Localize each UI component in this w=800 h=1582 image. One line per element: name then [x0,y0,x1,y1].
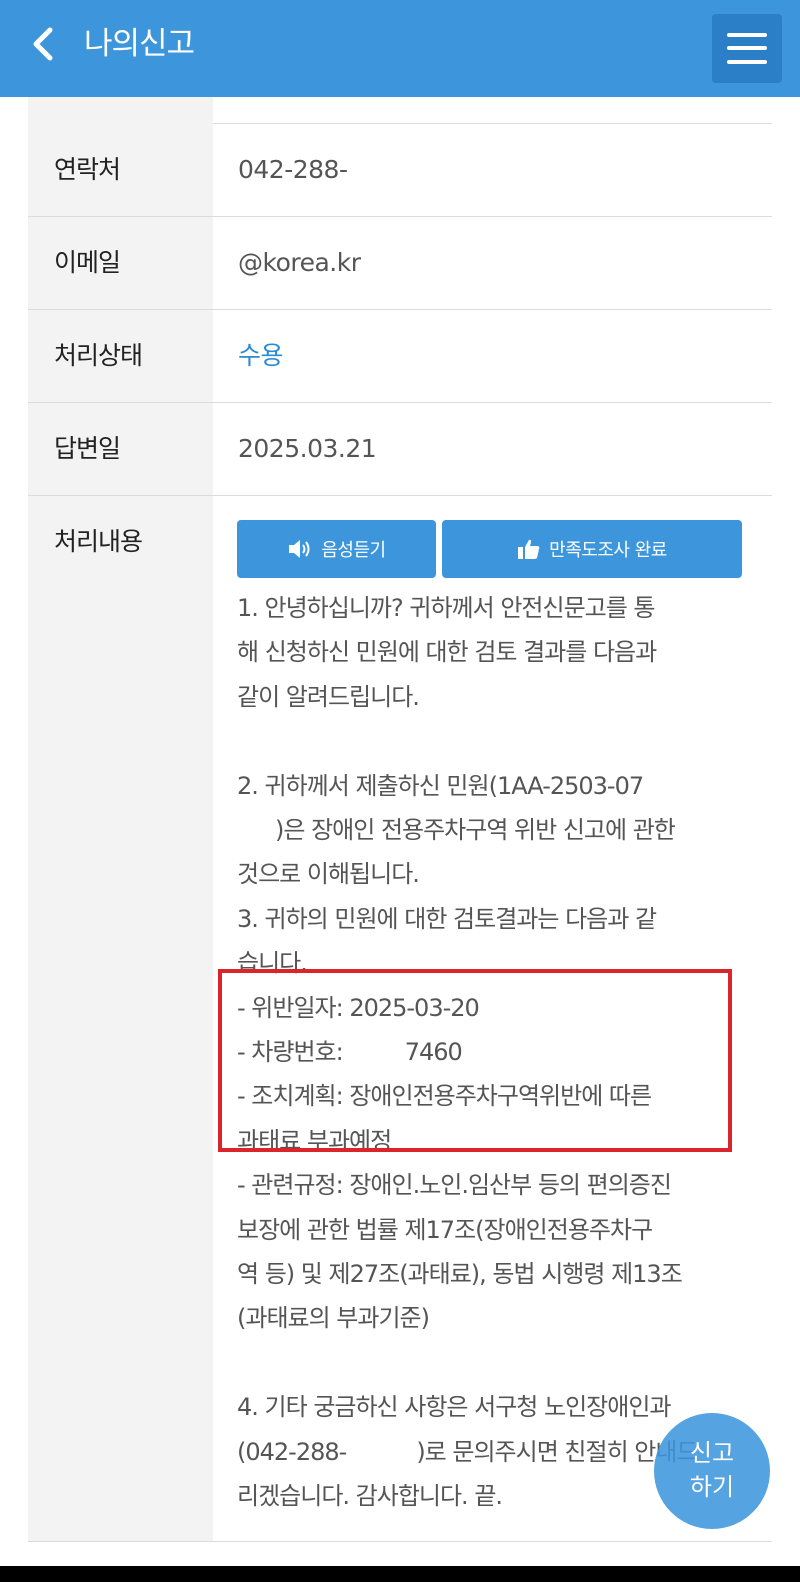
violation-date: - 위반일자: 2025-03-20 [237,993,480,1022]
page-title: 나의신고 [84,26,195,62]
survey-complete-label: 만족도조사 완료 [549,540,667,561]
hamburger-menu-icon [727,33,767,37]
contact-row: 연락처 042-288- [28,124,772,217]
content-body: 음성듣기 만족도조사 완료 1. 안녕하십니까? 귀하께서 안전신문고를 통 해… [213,496,772,1541]
car-number: - 차량번호: 7460 [237,1038,463,1067]
speaker-icon [289,540,310,558]
status-row: 처리상태 수용 [28,310,772,403]
answer-text: 1. 안녕하십니까? 귀하께서 안전신문고를 통 해 신청하신 민원에 대한 검… [237,586,737,1519]
voice-listen-button[interactable]: 음성듣기 [237,520,436,578]
back-button[interactable] [26,22,66,66]
status-label: 처리상태 [28,310,213,402]
bottom-edge [0,1566,800,1582]
action-plan: - 조치계획: 장애인전용주차구역위반에 따른 [237,1082,652,1111]
table-row [28,97,772,124]
voice-listen-label: 음성듣기 [321,540,386,561]
email-label: 이메일 [28,217,213,309]
thumbs-up-icon [518,539,540,559]
status-value: 수용 [238,341,284,370]
contact-label: 연락처 [28,124,213,216]
app-header: 나의신고 [0,0,800,97]
chevron-left-icon [33,27,53,61]
answer-date-label: 답변일 [28,403,213,495]
answer-date-row: 답변일 2025.03.21 [28,403,772,496]
action-buttons: 음성듣기 만족도조사 완료 [237,520,772,578]
answer-date-value: 2025.03.21 [238,434,377,463]
content-row: 처리내용 음성듣기 만족도조사 완료 1. 안녕하십니까? 귀하께서 안전신문고… [28,496,772,1542]
report-fab-button[interactable]: 신고 하기 [654,1413,770,1529]
related-rules: - 관련규정: 장애인.노인.임산부 등의 편의증진 [237,1171,672,1200]
contact-value: 042-288- [238,155,348,184]
survey-complete-button[interactable]: 만족도조사 완료 [442,520,742,578]
email-row: 이메일 @korea.kr [28,217,772,310]
content-label: 처리내용 [28,496,213,1541]
report-detail-table: 연락처 042-288- 이메일 @korea.kr 처리상태 수용 답변일 2… [28,97,772,1542]
email-value: @korea.kr [238,248,361,277]
menu-button[interactable] [712,14,782,83]
